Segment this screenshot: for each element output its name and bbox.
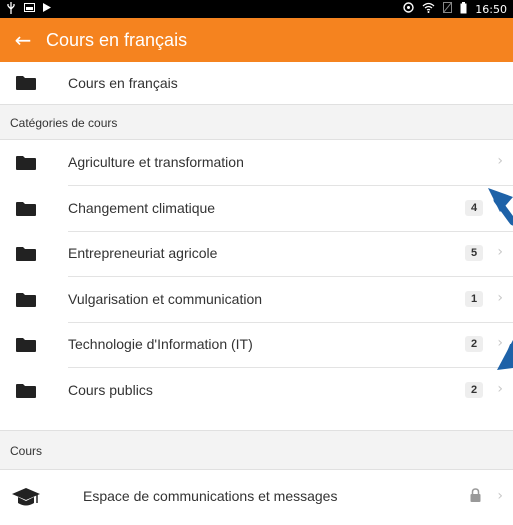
folder-icon (16, 202, 36, 216)
battery-icon (460, 1, 467, 17)
list-item-root-category[interactable]: Cours en français (0, 62, 513, 104)
lock-icon (470, 488, 481, 507)
section-header-courses: Cours (0, 430, 513, 470)
list-item-category[interactable]: Vulgarisation et communication 1 › (0, 277, 513, 323)
data-icon (403, 2, 414, 16)
page-title: Cours en français (46, 29, 188, 50)
folder-icon (16, 156, 36, 170)
graduation-cap-icon (12, 488, 40, 513)
list-item-category[interactable]: Technologie d'Information (IT) 2 › (0, 322, 513, 368)
chevron-right-icon: › (497, 153, 503, 169)
arrow-left-icon: ← (14, 28, 32, 52)
folder-icon (16, 293, 36, 307)
count-badge: 5 (465, 245, 483, 261)
play-icon (43, 3, 51, 15)
list-item-category[interactable]: Cours publics 2 › (0, 368, 513, 414)
folder-icon (16, 338, 36, 352)
list-item-label: Changement climatique (68, 200, 216, 216)
chevron-right-icon: › (497, 381, 503, 397)
list-item-label: Espace de communications et messages (83, 488, 338, 504)
folder-icon (16, 384, 36, 398)
list-item-category[interactable]: Agriculture et transformation › (0, 140, 513, 186)
list-item-category[interactable]: Entrepreneuriat agricole 5 › (0, 231, 513, 277)
image-icon (24, 3, 35, 15)
list-item-label: Cours en français (68, 75, 178, 91)
count-badge: 2 (465, 382, 483, 398)
list-item-label: Vulgarisation et communication (68, 291, 263, 307)
count-badge: 2 (465, 336, 483, 352)
status-bar: 16:50 (0, 0, 513, 18)
no-sim-icon (442, 1, 453, 16)
section-header-categories: Catégories de cours (0, 104, 513, 140)
chevron-right-icon: › (497, 290, 503, 306)
list-item-label: Technologie d'Information (IT) (68, 336, 253, 352)
chevron-right-icon: › (497, 488, 503, 504)
list-item-label: Agriculture et transformation (68, 154, 244, 170)
wifi-icon (422, 2, 435, 16)
app-bar: ← Cours en français (0, 18, 513, 62)
list-item-category[interactable]: Changement climatique 4 › (0, 186, 513, 232)
section-title: Cours (10, 444, 43, 458)
usb-icon (6, 1, 16, 17)
list-item-course[interactable]: Espace de communications et messages › (0, 470, 513, 525)
chevron-right-icon: › (497, 199, 503, 215)
folder-icon (16, 76, 36, 90)
chevron-right-icon: › (497, 335, 503, 351)
section-title: Catégories de cours (10, 116, 118, 130)
chevron-right-icon: › (497, 244, 503, 260)
list-item-label: Entrepreneuriat agricole (68, 245, 218, 261)
folder-icon (16, 247, 36, 261)
list-item-label: Cours publics (68, 382, 153, 398)
back-button[interactable]: ← (0, 28, 46, 52)
clock: 16:50 (475, 2, 507, 16)
count-badge: 1 (465, 291, 483, 307)
count-badge: 4 (465, 200, 483, 216)
